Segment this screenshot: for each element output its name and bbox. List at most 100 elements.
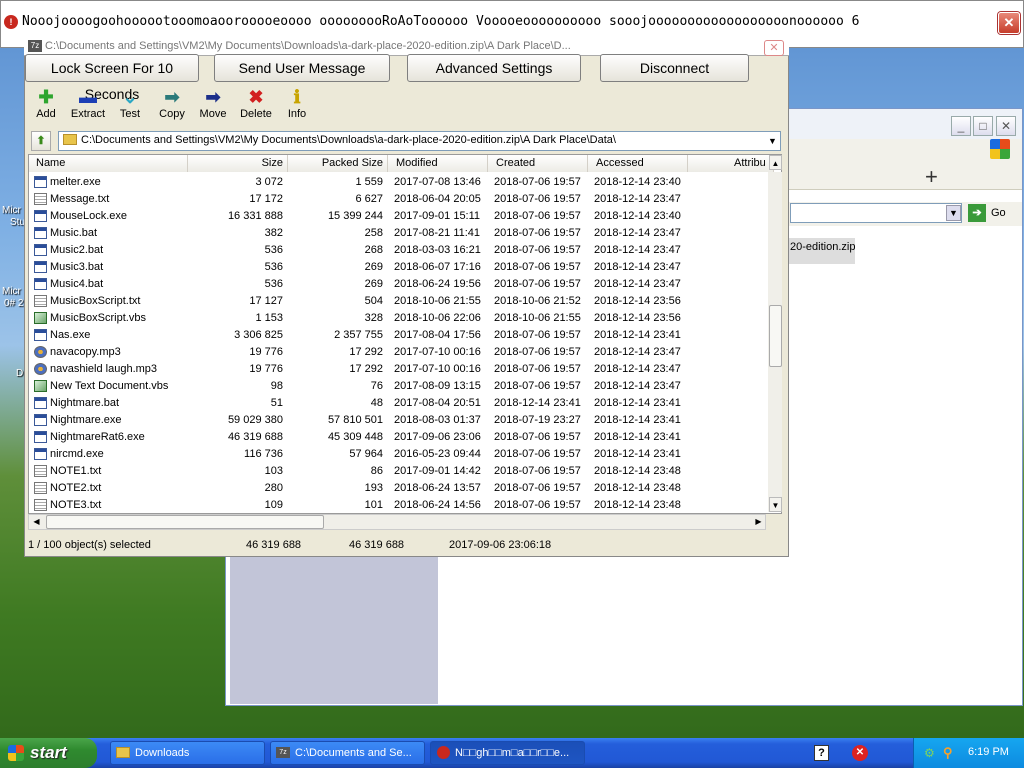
- table-row[interactable]: Nas.exe 3 306 825 2 357 755 2017-08-04 17:5…: [29, 327, 767, 344]
- scroll-down-button[interactable]: ▼: [769, 497, 782, 512]
- cell-accessed: 2018-12-14 23:41: [594, 397, 681, 409]
- task-downloads[interactable]: Downloads: [110, 741, 265, 765]
- table-row[interactable]: Message.txt 17 172 6 627 2018-06-04 20:05 20…: [29, 191, 767, 208]
- close-button[interactable]: ✕: [996, 116, 1016, 136]
- scroll-thumb[interactable]: [46, 515, 324, 529]
- file-list[interactable]: Name Size Packed Size Modified Created A…: [28, 154, 782, 514]
- cell-accessed: 2018-12-14 23:41: [594, 329, 681, 341]
- cell-packed: 269: [364, 278, 383, 290]
- cell-accessed: 2018-12-14 23:41: [594, 414, 681, 426]
- up-folder-button[interactable]: ⬆: [31, 131, 51, 151]
- add-button[interactable]: ✚ Add: [27, 86, 65, 120]
- cell-accessed: 2018-12-14 23:40: [594, 210, 681, 222]
- table-row[interactable]: MusicBoxScript.txt 17 127 504 2018-10-06 21…: [29, 293, 767, 310]
- close-button[interactable]: ✕: [764, 40, 784, 56]
- cell-accessed: 2018-12-14 23:48: [594, 482, 681, 494]
- column-attributes[interactable]: Attribu: [688, 155, 774, 172]
- chevron-down-icon[interactable]: ▼: [946, 205, 961, 221]
- chevron-down-icon[interactable]: ▼: [765, 132, 780, 150]
- advanced-settings-button[interactable]: Advanced Settings: [407, 54, 581, 82]
- table-row[interactable]: Music.bat 382 258 2017-08-21 11:41 2018-07-0…: [29, 225, 767, 242]
- task-7zip[interactable]: C:\Documents and Se...: [270, 741, 425, 765]
- column-packed-size[interactable]: Packed Size: [288, 155, 388, 172]
- table-row[interactable]: nircmd.exe 116 736 57 964 2016-05-23 09:44 2…: [29, 446, 767, 463]
- desktop-icon-label[interactable]: Micr: [2, 286, 21, 297]
- table-row[interactable]: MusicBoxScript.vbs 1 153 328 2018-10-06 22:…: [29, 310, 767, 327]
- error-icon[interactable]: ✕: [852, 745, 868, 761]
- send-message-button[interactable]: Send User Message: [214, 54, 390, 82]
- column-accessed[interactable]: Accessed: [588, 155, 688, 172]
- table-row[interactable]: Music2.bat 536 268 2018-03-03 16:21 2018-07-…: [29, 242, 767, 259]
- table-row[interactable]: NOTE3.txt 109 101 2018-06-24 14:56 2018-07-0…: [29, 497, 767, 513]
- column-name[interactable]: Name: [29, 155, 188, 172]
- table-row[interactable]: Music3.bat 536 269 2018-06-07 17:16 2018-07-…: [29, 259, 767, 276]
- scroll-up-button[interactable]: ▲: [769, 155, 782, 170]
- cell-size: 103: [264, 465, 283, 477]
- scroll-left-button[interactable]: ◀: [30, 515, 43, 529]
- table-row[interactable]: NOTE2.txt 280 193 2018-06-24 13:57 2018-07-0…: [29, 480, 767, 497]
- address-combo[interactable]: [790, 203, 962, 223]
- cell-packed: 15 399 244: [327, 210, 383, 222]
- cell-accessed: 2018-12-14 23:41: [594, 448, 681, 460]
- cell-accessed: 2018-12-14 23:47: [594, 193, 681, 205]
- txt-file-icon: [34, 465, 47, 477]
- copy-button[interactable]: ➡ Copy: [153, 86, 191, 120]
- table-row[interactable]: NOTE1.txt 103 86 2017-09-01 14:42 2018-07-06…: [29, 463, 767, 480]
- bg-file-name[interactable]: 20-edition.zip: [790, 241, 855, 253]
- close-button[interactable]: ✕: [998, 12, 1020, 34]
- cell-accessed: 2018-12-14 23:47: [594, 227, 681, 239]
- table-row[interactable]: New Text Document.vbs 98 76 2017-08-09 13:1…: [29, 378, 767, 395]
- table-row[interactable]: Music4.bat 536 269 2018-06-24 19:56 2018-07-…: [29, 276, 767, 293]
- desktop-icon-label[interactable]: Stu: [10, 217, 25, 228]
- search-icon[interactable]: ⚲: [943, 745, 957, 760]
- cell-modified: 2016-05-23 09:44: [394, 448, 481, 460]
- lock-screen-button[interactable]: Lock Screen For 10 Seconds: [25, 54, 199, 102]
- scroll-thumb[interactable]: [769, 305, 782, 367]
- desktop-icon-label[interactable]: D: [16, 368, 23, 379]
- delete-button[interactable]: ✖ Delete: [237, 86, 275, 120]
- column-created[interactable]: Created: [488, 155, 588, 172]
- cell-size: 16 331 888: [227, 210, 283, 222]
- delete-x-icon: ✖: [248, 87, 264, 107]
- network-icon[interactable]: ⚙: [924, 746, 938, 760]
- cell-created: 2018-07-06 19:57: [494, 363, 581, 375]
- clock: 6:19 PM: [968, 746, 1009, 758]
- cell-created: 2018-07-06 19:57: [494, 278, 581, 290]
- cell-name: navacopy.mp3: [50, 346, 121, 358]
- column-modified[interactable]: Modified: [388, 155, 488, 172]
- cell-modified: 2017-08-04 17:56: [394, 329, 481, 341]
- cell-accessed: 2018-12-14 23:40: [594, 176, 681, 188]
- desktop-icon-label[interactable]: 0# 2: [4, 298, 23, 309]
- table-row[interactable]: MouseLock.exe 16 331 888 15 399 244 2017-09…: [29, 208, 767, 225]
- cell-name: New Text Document.vbs: [50, 380, 169, 392]
- cell-modified: 2017-08-04 20:51: [394, 397, 481, 409]
- desktop-icon-label[interactable]: Micr: [2, 205, 21, 216]
- info-button[interactable]: ℹ Info: [278, 86, 316, 120]
- maximize-button[interactable]: □: [973, 116, 993, 136]
- table-row[interactable]: melter.exe 3 072 1 559 2017-07-08 13:46 2018…: [29, 174, 767, 191]
- table-row[interactable]: Nightmare.bat 51 48 2017-08-04 20:51 2018-12…: [29, 395, 767, 412]
- task-rat[interactable]: N□□gh□□m□a□□r□□e...: [430, 741, 585, 765]
- go-button[interactable]: Go: [991, 207, 1006, 219]
- extract-button[interactable]: ▬ Extract: [69, 86, 107, 120]
- exe-file-icon: [34, 397, 47, 409]
- table-row[interactable]: navashield laugh.mp3 19 776 17 292 2017-07-…: [29, 361, 767, 378]
- column-size[interactable]: Size: [188, 155, 288, 172]
- cell-name: melter.exe: [50, 176, 101, 188]
- disconnect-button[interactable]: Disconnect: [600, 54, 749, 82]
- cell-created: 2018-07-06 19:57: [494, 431, 581, 443]
- go-arrow-icon[interactable]: ➔: [968, 204, 986, 222]
- cell-packed: 45 309 448: [327, 431, 383, 443]
- cell-accessed: 2018-12-14 23:47: [594, 278, 681, 290]
- help-icon[interactable]: ?: [814, 745, 829, 761]
- move-button[interactable]: ➡ Move: [194, 86, 232, 120]
- path-text[interactable]: C:\Documents and Settings\VM2\My Documen…: [81, 134, 616, 146]
- test-button[interactable]: ⌄ Test: [111, 86, 149, 120]
- table-row[interactable]: Nightmare.exe 59 029 380 57 810 501 2018-08…: [29, 412, 767, 429]
- table-row[interactable]: NightmareRat6.exe 46 319 688 45 309 448 201…: [29, 429, 767, 446]
- minimize-button[interactable]: _: [951, 116, 971, 136]
- scroll-right-button[interactable]: ▶: [752, 515, 765, 529]
- windows-logo-icon: [990, 139, 1010, 159]
- exe-file-icon: [34, 329, 47, 341]
- table-row[interactable]: navacopy.mp3 19 776 17 292 2017-07-10 00:16…: [29, 344, 767, 361]
